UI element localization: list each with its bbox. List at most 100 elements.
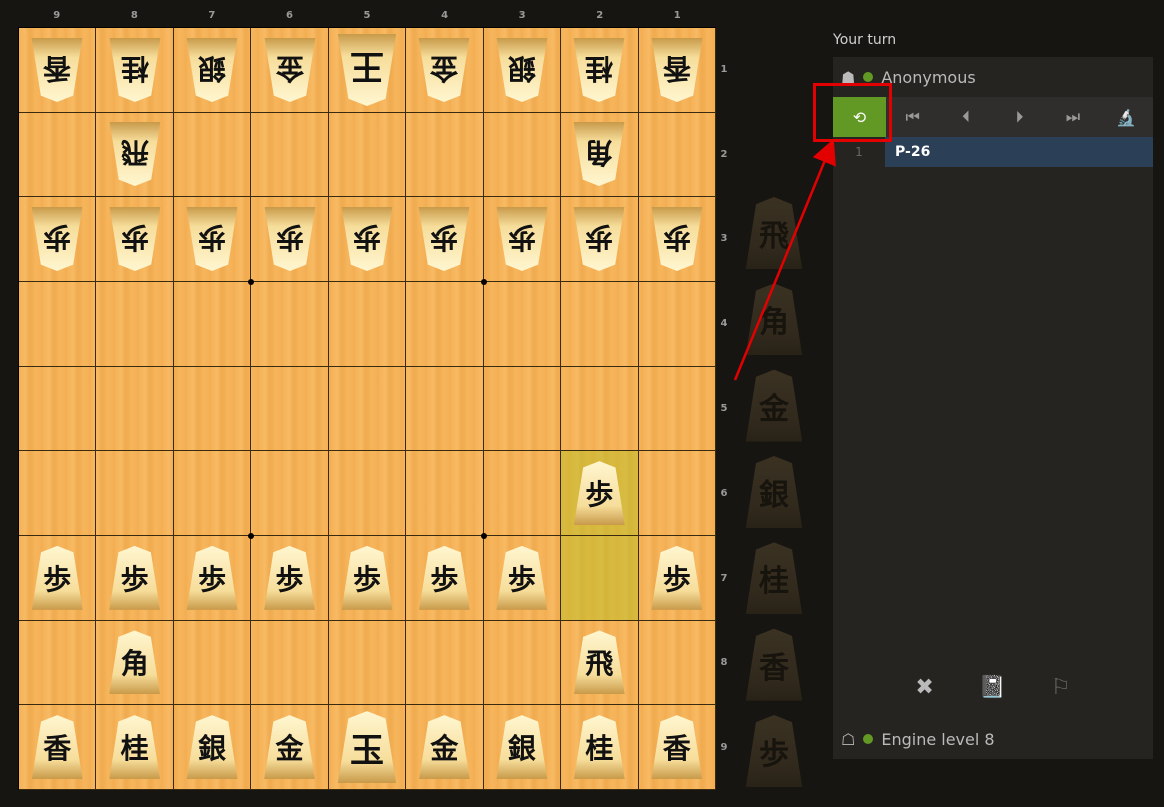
player-piece[interactable]: 角 (109, 630, 161, 695)
board-square[interactable]: 歩 (328, 535, 407, 621)
board-square[interactable] (173, 281, 252, 367)
resign-flag-icon[interactable]: ⚐ (1051, 675, 1071, 700)
board-square[interactable] (328, 451, 407, 536)
player-piece[interactable]: 歩 (264, 545, 315, 610)
board-square[interactable] (328, 281, 407, 367)
board-square[interactable]: 香 (19, 705, 97, 790)
opponent-piece[interactable]: 歩 (340, 207, 394, 271)
board-square[interactable] (19, 620, 97, 706)
board-square[interactable] (96, 281, 174, 367)
player-piece[interactable]: 歩 (651, 545, 703, 610)
player-piece[interactable]: 金 (419, 715, 470, 780)
opponent-piece[interactable]: 歩 (108, 207, 162, 271)
board-square[interactable] (406, 281, 484, 367)
board-square[interactable] (173, 366, 252, 452)
player-piece[interactable]: 香 (651, 715, 703, 780)
board-square[interactable]: 歩 (96, 535, 174, 621)
board-square[interactable] (406, 112, 484, 198)
board-square[interactable] (406, 620, 484, 706)
board-square[interactable]: 歩 (406, 197, 484, 282)
board-square[interactable]: 歩 (19, 197, 97, 282)
first-move-button[interactable]: ⏮ (886, 97, 939, 137)
opponent-piece[interactable]: 歩 (417, 207, 471, 271)
last-move-button[interactable]: ⏭ (1046, 97, 1099, 137)
board-square[interactable]: 香 (638, 705, 716, 790)
board-square[interactable]: 歩 (561, 451, 639, 536)
opponent-piece[interactable]: 歩 (30, 207, 84, 271)
player-piece[interactable]: 銀 (496, 715, 548, 780)
board-square[interactable] (406, 366, 484, 452)
board-square[interactable] (638, 281, 716, 367)
board-square[interactable]: 銀 (173, 705, 252, 790)
board-square[interactable]: 歩 (638, 535, 716, 621)
shogi-board[interactable]: 香桂銀金王金銀桂香飛角歩歩歩歩歩歩歩歩歩歩歩歩歩歩歩歩歩歩角飛香桂銀金玉金銀桂香 (18, 27, 716, 790)
opponent-piece[interactable]: 銀 (495, 38, 549, 102)
board-square[interactable] (638, 366, 716, 452)
opponent-piece[interactable]: 歩 (650, 207, 704, 271)
player-piece[interactable]: 歩 (31, 545, 83, 610)
board-square[interactable]: 歩 (173, 535, 252, 621)
abort-icon[interactable]: ✖ (915, 675, 933, 700)
board-square[interactable] (638, 451, 716, 536)
board-square[interactable]: 歩 (561, 197, 639, 282)
board-square[interactable]: 歩 (96, 197, 174, 282)
board-square[interactable]: 王 (328, 28, 407, 113)
opponent-piece[interactable]: 香 (650, 38, 704, 102)
player-piece[interactable]: 飛 (573, 630, 625, 695)
opponent-piece[interactable]: 歩 (572, 207, 626, 271)
board-square[interactable] (96, 366, 174, 452)
board-square[interactable]: 銀 (173, 28, 252, 113)
board-square[interactable]: 歩 (406, 535, 484, 621)
board-square[interactable]: 銀 (483, 705, 562, 790)
board-square[interactable] (328, 112, 407, 198)
board-square[interactable]: 桂 (561, 28, 639, 113)
opponent-piece[interactable]: 歩 (185, 207, 239, 271)
board-square[interactable]: 金 (406, 28, 484, 113)
board-square[interactable] (19, 112, 97, 198)
opponent-piece[interactable]: 飛 (108, 122, 162, 186)
player-piece[interactable]: 歩 (573, 461, 625, 526)
board-square[interactable] (173, 451, 252, 536)
board-square[interactable]: 飛 (561, 620, 639, 706)
opponent-piece[interactable]: 桂 (108, 38, 162, 102)
board-square[interactable]: 銀 (483, 28, 562, 113)
board-square[interactable]: 歩 (251, 197, 329, 282)
opponent-piece[interactable]: 王 (336, 34, 398, 106)
next-move-button[interactable]: ⏵ (993, 97, 1046, 137)
player-piece[interactable]: 歩 (341, 545, 393, 610)
player-bottom-name[interactable]: Engine level 8 (881, 730, 994, 749)
book-icon[interactable]: 📓 (979, 675, 1006, 700)
player-top-name[interactable]: Anonymous (881, 68, 975, 87)
board-square[interactable]: 歩 (638, 197, 716, 282)
board-square[interactable] (483, 366, 562, 452)
opponent-piece[interactable]: 金 (263, 38, 317, 102)
board-square[interactable]: 桂 (96, 705, 174, 790)
player-piece[interactable]: 桂 (573, 715, 625, 780)
board-square[interactable]: 玉 (328, 705, 407, 790)
opponent-piece[interactable]: 歩 (495, 207, 549, 271)
board-square[interactable]: 香 (19, 28, 97, 113)
board-square[interactable] (406, 451, 484, 536)
board-square[interactable] (251, 620, 329, 706)
player-piece[interactable]: 金 (264, 715, 315, 780)
board-square[interactable]: 金 (406, 705, 484, 790)
board-square[interactable] (173, 112, 252, 198)
opponent-piece[interactable]: 歩 (263, 207, 317, 271)
board-square[interactable] (638, 112, 716, 198)
opponent-piece[interactable]: 桂 (572, 38, 626, 102)
opponent-piece[interactable]: 金 (417, 38, 471, 102)
player-piece[interactable]: 歩 (419, 545, 470, 610)
board-square[interactable] (96, 451, 174, 536)
player-piece[interactable]: 香 (31, 715, 83, 780)
board-square[interactable] (19, 281, 97, 367)
board-square[interactable] (251, 281, 329, 367)
board-square[interactable]: 桂 (561, 705, 639, 790)
board-square[interactable]: 香 (638, 28, 716, 113)
prev-move-button[interactable]: ⏴ (939, 97, 992, 137)
player-piece[interactable]: 銀 (186, 715, 238, 780)
board-square[interactable] (638, 620, 716, 706)
board-square[interactable]: 桂 (96, 28, 174, 113)
player-piece[interactable]: 歩 (496, 545, 548, 610)
board-square[interactable]: 金 (251, 28, 329, 113)
board-square[interactable]: 歩 (483, 535, 562, 621)
